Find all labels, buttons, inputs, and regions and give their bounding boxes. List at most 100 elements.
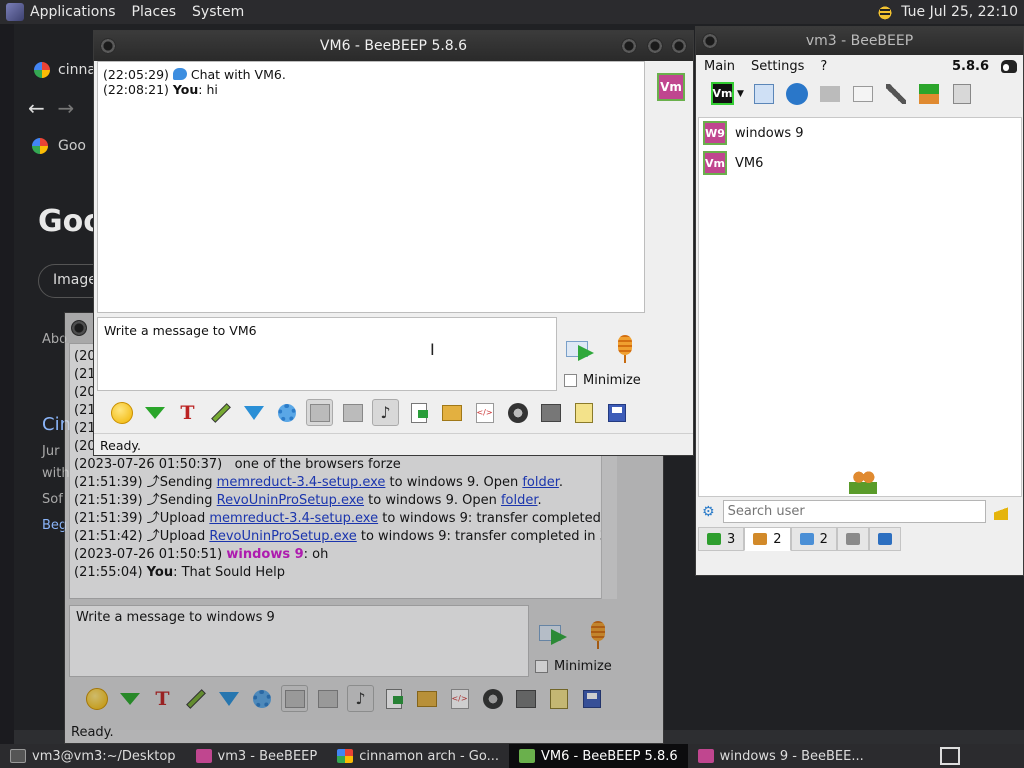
- color-icon[interactable]: [207, 399, 234, 426]
- spellcheck-icon[interactable]: [306, 399, 333, 426]
- minimize-checkbox[interactable]: Minimize: [535, 659, 612, 674]
- folder-link[interactable]: folder: [501, 493, 538, 508]
- log-line: (21:55:04) You: That Sould Help: [74, 565, 286, 580]
- menu-main[interactable]: Main: [696, 59, 743, 74]
- vm3-titlebar[interactable]: vm3 - BeeBEEP: [696, 27, 1023, 55]
- download-icon[interactable]: [141, 399, 168, 426]
- applications-menu[interactable]: Applications: [0, 3, 124, 21]
- save-icon[interactable]: [578, 685, 605, 712]
- file-icon: ⤴: [146, 493, 160, 508]
- menu-settings[interactable]: Settings: [743, 59, 812, 74]
- font-icon[interactable]: T: [174, 399, 201, 426]
- window-menu-icon[interactable]: [100, 38, 116, 54]
- dictionary-icon[interactable]: [314, 685, 341, 712]
- edit-profile-icon[interactable]: [752, 81, 777, 106]
- task-terminal[interactable]: vm3@vm3:~/Desktop: [0, 744, 186, 768]
- buzz-icon[interactable]: ♪: [347, 685, 374, 712]
- settings-gear-icon[interactable]: [248, 685, 275, 712]
- back-icon[interactable]: ←: [28, 96, 45, 120]
- chevron-down-icon[interactable]: ▼: [737, 89, 744, 99]
- file-link[interactable]: RevoUninProSetup.exe: [209, 529, 356, 544]
- minimize-window-icon[interactable]: [621, 38, 637, 54]
- beebeep-tray-icon[interactable]: [875, 3, 896, 21]
- user-search-row: ⚙: [702, 500, 1008, 523]
- spellcheck-icon[interactable]: [281, 685, 308, 712]
- window-menu-icon[interactable]: [702, 33, 718, 49]
- font-icon[interactable]: T: [149, 685, 176, 712]
- archive-icon[interactable]: [512, 685, 539, 712]
- notepad-icon[interactable]: [545, 685, 572, 712]
- maximize-window-icon[interactable]: [647, 38, 663, 54]
- task-windows9-chat[interactable]: windows 9 - BeeBEE...: [688, 744, 874, 768]
- clear-search-icon[interactable]: [993, 503, 1008, 520]
- group-icon: [753, 533, 768, 545]
- microphone-icon[interactable]: [587, 621, 609, 651]
- mail-icon[interactable]: [818, 81, 843, 106]
- notepad-icon[interactable]: [570, 399, 597, 426]
- task-beebeep-main[interactable]: vm3 - BeeBEEP: [186, 744, 328, 768]
- emoticon-icon[interactable]: [83, 685, 110, 712]
- task-browser[interactable]: cinnamon arch - Go...: [327, 744, 509, 768]
- status-vm-icon[interactable]: Vm: [710, 81, 735, 106]
- file-link[interactable]: RevoUninProSetup.exe: [217, 493, 364, 508]
- tab-groups[interactable]: 2: [744, 527, 791, 551]
- vm6-avatar[interactable]: Vm: [657, 73, 685, 101]
- send-message-icon[interactable]: [564, 335, 598, 365]
- settings-gear-icon[interactable]: ⚙: [702, 504, 715, 520]
- menu-help[interactable]: ?: [812, 59, 835, 74]
- send-file-icon[interactable]: [405, 399, 432, 426]
- send-file-icon[interactable]: [380, 685, 407, 712]
- upload-icon[interactable]: [917, 81, 942, 106]
- download-icon[interactable]: [116, 685, 143, 712]
- user-item-windows9[interactable]: W9 windows 9: [699, 118, 1021, 148]
- file-link[interactable]: memreduct-3.4-setup.exe: [209, 511, 378, 526]
- file-link[interactable]: memreduct-3.4-setup.exe: [217, 475, 386, 490]
- user-item-vm6[interactable]: Vm VM6: [699, 148, 1021, 178]
- workspace-switcher-icon[interactable]: [940, 747, 960, 765]
- filter-icon[interactable]: [240, 399, 267, 426]
- html-icon[interactable]: </>: [446, 685, 473, 712]
- vm6-titlebar[interactable]: VM6 - BeeBEEP 5.8.6: [94, 31, 693, 61]
- tools-icon[interactable]: [884, 81, 909, 106]
- tab-files[interactable]: [868, 527, 901, 551]
- forward-icon[interactable]: →: [57, 96, 74, 120]
- tab-history[interactable]: [836, 527, 869, 551]
- minimize-checkbox[interactable]: Minimize: [564, 373, 641, 388]
- task-vm6-chat[interactable]: VM6 - BeeBEEP 5.8.6: [508, 744, 688, 768]
- trash-icon[interactable]: [950, 81, 975, 106]
- bookmark-item[interactable]: Goo: [32, 138, 86, 154]
- buzz-icon[interactable]: ♪: [372, 399, 399, 426]
- beebeep-icon: [195, 749, 212, 763]
- user-name: VM6: [735, 155, 764, 171]
- window-menu-icon[interactable]: [71, 320, 87, 336]
- send-folder-icon[interactable]: [438, 399, 465, 426]
- folder-link[interactable]: folder: [522, 475, 559, 490]
- filter-icon[interactable]: [215, 685, 242, 712]
- close-window-icon[interactable]: [671, 38, 687, 54]
- html-icon[interactable]: </>: [471, 399, 498, 426]
- settings-gear-icon[interactable]: [273, 399, 300, 426]
- send-folder-icon[interactable]: [413, 685, 440, 712]
- color-icon[interactable]: [182, 685, 209, 712]
- emoticon-icon[interactable]: [108, 399, 135, 426]
- write-icon[interactable]: [851, 81, 876, 106]
- system-menu[interactable]: System: [184, 4, 252, 20]
- network-icon[interactable]: [785, 81, 810, 106]
- chat-bubble-icon: [172, 68, 187, 80]
- tab-chats[interactable]: 2: [790, 527, 837, 551]
- places-menu[interactable]: Places: [124, 4, 185, 20]
- microphone-icon[interactable]: [614, 335, 636, 365]
- archive-icon[interactable]: [537, 399, 564, 426]
- screenshot-icon[interactable]: [479, 685, 506, 712]
- save-icon[interactable]: [603, 399, 630, 426]
- vm6-message-input[interactable]: Write a message to VM6 I: [97, 317, 557, 391]
- search-user-input[interactable]: [722, 500, 986, 523]
- clock[interactable]: Tue Jul 25, 22:10: [901, 4, 1018, 20]
- top-panel: Applications Places System Tue Jul 25, 2…: [0, 0, 1024, 24]
- send-icon[interactable]: [537, 619, 571, 649]
- file-transfer-icon: [877, 533, 892, 545]
- windows9-message-input[interactable]: Write a message to windows 9: [69, 605, 529, 677]
- dictionary-icon[interactable]: [339, 399, 366, 426]
- tab-users[interactable]: 3: [698, 527, 745, 551]
- screenshot-icon[interactable]: [504, 399, 531, 426]
